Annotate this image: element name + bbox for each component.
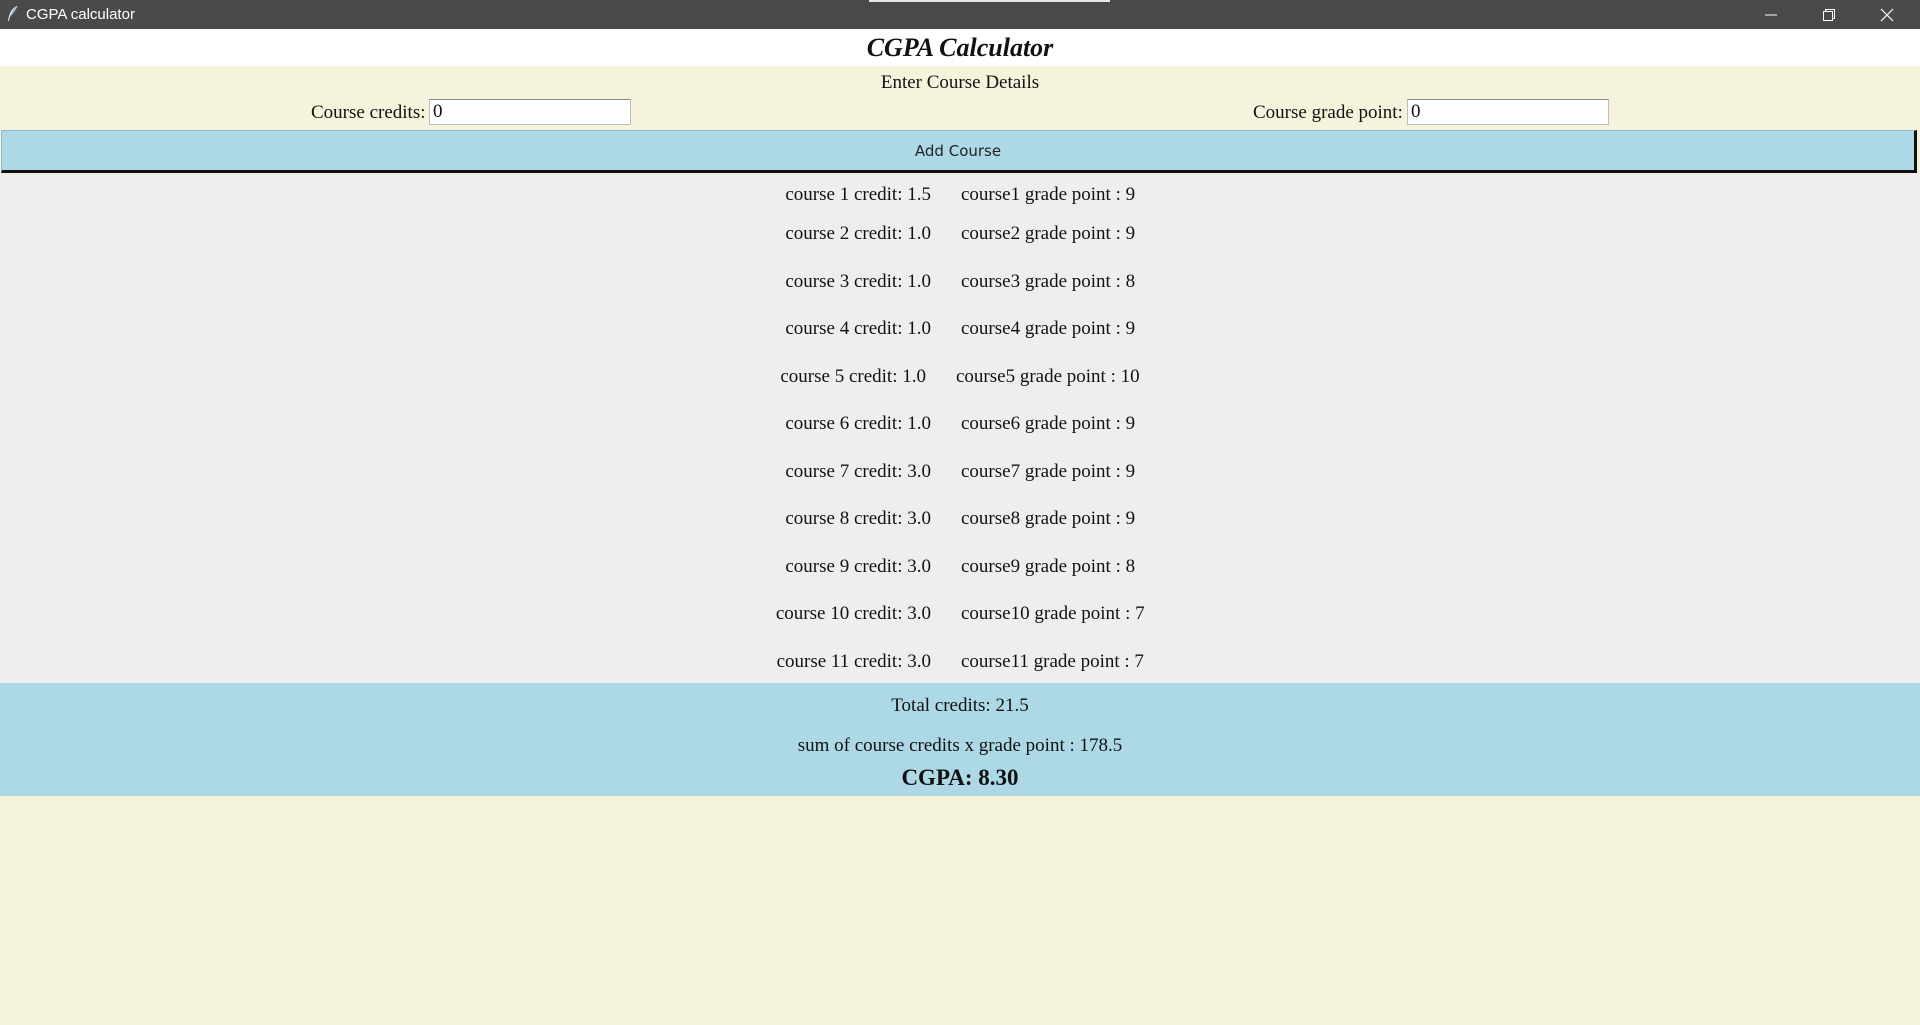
- list-item: course 8 credit: 3.0 course8 grade point…: [0, 504, 1920, 534]
- course-grade-text: course2 grade point : 9: [961, 223, 1136, 244]
- course-grade-text: course6 grade point : 9: [961, 413, 1136, 434]
- page-title: CGPA Calculator: [0, 29, 1920, 66]
- feather-icon: [6, 5, 20, 23]
- window-title: CGPA calculator: [26, 6, 135, 23]
- restore-icon: [1823, 9, 1835, 21]
- course-grade-text: course5 grade point : 10: [956, 366, 1140, 387]
- section-label: Enter Course Details: [880, 72, 1040, 93]
- course-credit-text: course 9 credit: 3.0: [785, 556, 931, 577]
- course-credit-text: course 3 credit: 1.0: [785, 271, 931, 292]
- course-credit-text: course 1 credit: 1.5: [785, 184, 931, 205]
- course-credit-text: course 4 credit: 1.0: [785, 318, 931, 339]
- course-grade-text: course10 grade point : 7: [961, 603, 1145, 624]
- list-item: course 6 credit: 1.0 course6 grade point…: [0, 409, 1920, 439]
- course-grade-text: course3 grade point : 8: [961, 271, 1136, 292]
- course-credit-text: course 5 credit: 1.0: [780, 366, 926, 387]
- minimize-icon: [1765, 14, 1777, 16]
- course-grade-text: course7 grade point : 9: [961, 461, 1136, 482]
- empty-panel: [0, 796, 1920, 1025]
- list-item: course 7 credit: 3.0 course7 grade point…: [0, 457, 1920, 487]
- course-grade-input[interactable]: [1407, 99, 1609, 125]
- cgpa-result: CGPA: 8.30: [901, 765, 1019, 790]
- course-grade-text: course11 grade point : 7: [961, 651, 1144, 672]
- close-button[interactable]: [1858, 0, 1916, 29]
- course-grade-label: Course grade point:: [1253, 102, 1403, 123]
- course-grade-text: course4 grade point : 9: [961, 318, 1136, 339]
- course-credit-text: course 7 credit: 3.0: [785, 461, 931, 482]
- course-credit-text: course 6 credit: 1.0: [785, 413, 931, 434]
- title-bar[interactable]: CGPA calculator: [0, 0, 1920, 29]
- restore-button[interactable]: [1800, 0, 1858, 29]
- add-course-button[interactable]: Add Course: [1, 130, 1917, 173]
- list-item: course 9 credit: 3.0 course9 grade point…: [0, 552, 1920, 582]
- course-credit-text: course 8 credit: 3.0: [785, 508, 931, 529]
- list-item: course 4 credit: 1.0 course4 grade point…: [0, 314, 1920, 344]
- results-summary: Total credits: 21.5 sum of course credit…: [0, 683, 1920, 796]
- list-item: course 11 credit: 3.0 course11 grade poi…: [0, 647, 1920, 677]
- course-grade-text: course1 grade point : 9: [961, 184, 1136, 205]
- course-grade-text: course8 grade point : 9: [961, 508, 1136, 529]
- title-drag-indicator: [869, 0, 1110, 2]
- minimize-button[interactable]: [1742, 0, 1800, 29]
- list-item: course 2 credit: 1.0 course2 grade point…: [0, 219, 1920, 249]
- list-item: course 3 credit: 1.0 course3 grade point…: [0, 267, 1920, 297]
- course-credit-text: course 10 credit: 3.0: [775, 603, 931, 624]
- course-list: course 1 credit: 1.5 course1 grade point…: [0, 173, 1920, 683]
- list-item: course 5 credit: 1.0 course5 grade point…: [0, 362, 1920, 392]
- total-credits-text: Total credits: 21.5: [891, 695, 1029, 716]
- close-icon: [1880, 8, 1894, 22]
- list-item: course 10 credit: 3.0 course10 grade poi…: [0, 599, 1920, 629]
- sum-products-text: sum of course credits x grade point : 17…: [797, 735, 1123, 756]
- list-item: course 1 credit: 1.5 course1 grade point…: [0, 180, 1920, 210]
- course-credits-label: Course credits:: [311, 102, 426, 123]
- course-credit-text: course 2 credit: 1.0: [785, 223, 931, 244]
- course-credits-input[interactable]: [429, 99, 631, 125]
- course-entry-form: Enter Course Details Course credits: Cou…: [0, 66, 1920, 130]
- course-grade-text: course9 grade point : 8: [961, 556, 1136, 577]
- course-credit-text: course 11 credit: 3.0: [776, 651, 931, 672]
